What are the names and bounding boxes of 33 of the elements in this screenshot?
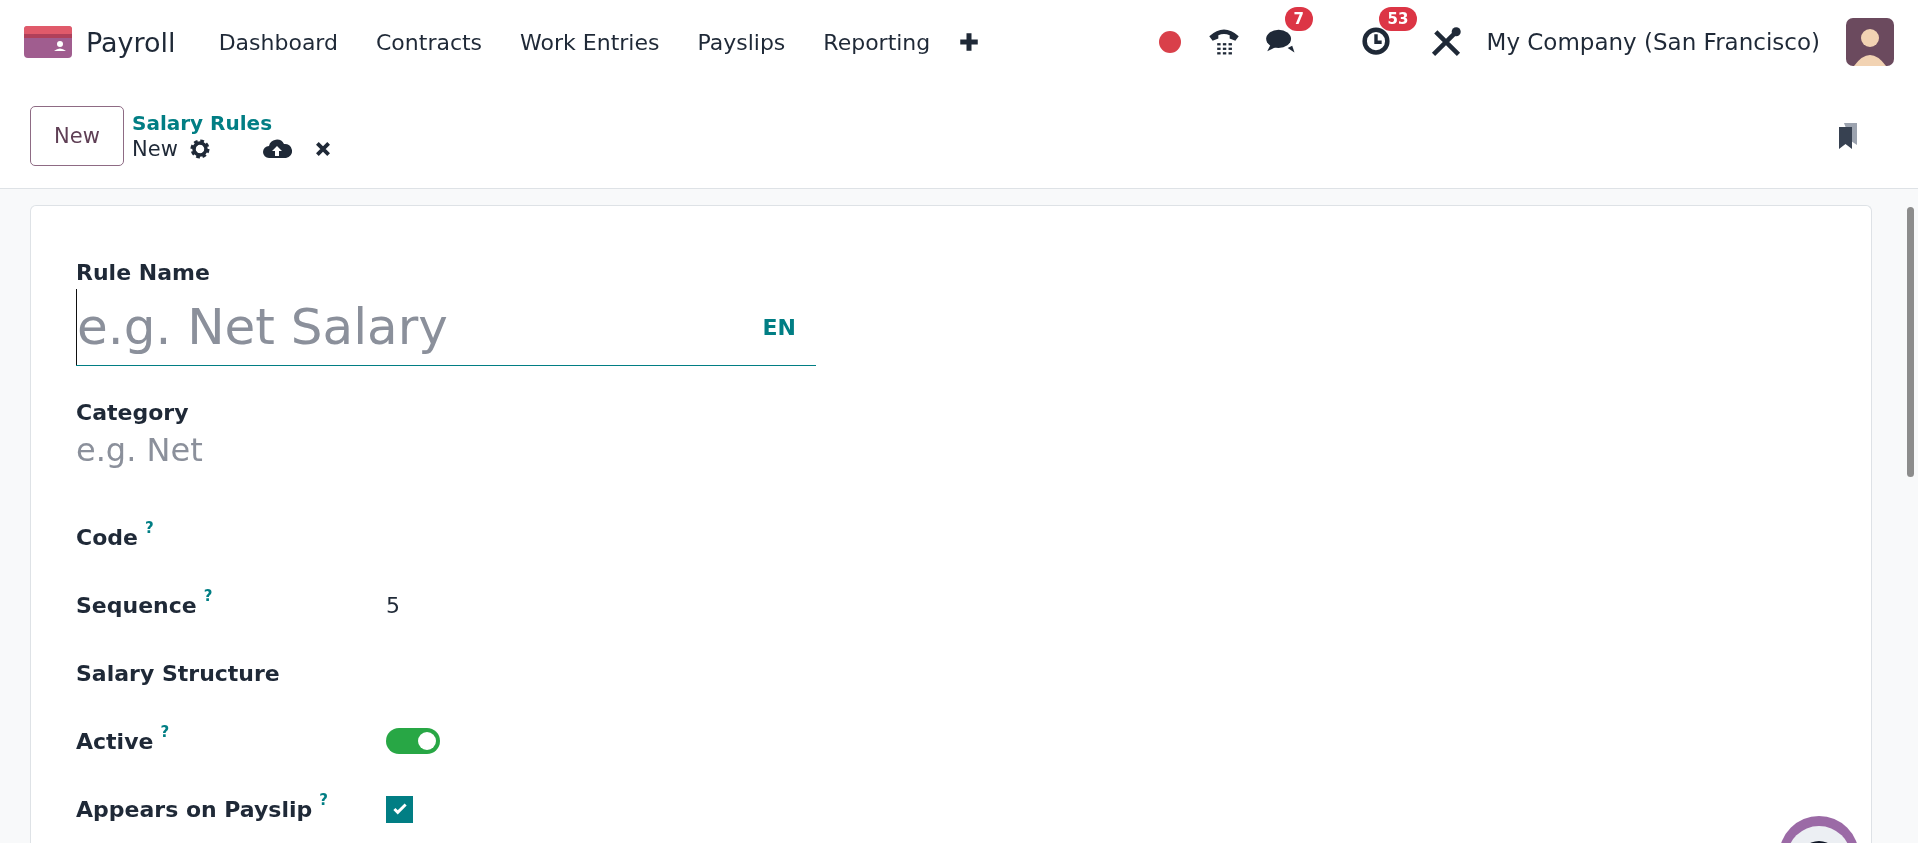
status-dot-icon[interactable] <box>1158 31 1181 54</box>
menu-item[interactable]: Dashboard <box>199 29 357 55</box>
app-name[interactable]: Payroll <box>86 26 176 58</box>
record-title: New <box>132 137 178 162</box>
menu-item[interactable]: Contracts <box>357 29 502 55</box>
avatar-icon[interactable] <box>1846 18 1894 67</box>
field-label: Rule Name <box>76 260 211 285</box>
field-label: Sequence <box>76 592 197 618</box>
menu-item[interactable]: Work Entries <box>501 29 679 55</box>
field-label: Category <box>76 400 190 425</box>
app-icon[interactable] <box>24 26 72 59</box>
close-icon[interactable] <box>313 140 332 159</box>
breadcrumb-link[interactable]: Salary Rules <box>132 111 332 136</box>
help-tooltip[interactable]: ? <box>203 586 213 605</box>
help-tooltip[interactable]: ? <box>319 790 328 809</box>
company-switcher[interactable]: My Company (San Francisco) <box>1486 29 1820 56</box>
notification-badge: 7 <box>1284 7 1313 32</box>
language-button[interactable]: EN <box>762 314 796 340</box>
field-label: Salary Structure <box>76 660 280 686</box>
menu-item[interactable]: Payslips <box>678 29 805 55</box>
field-label: Appears on Payslip <box>76 796 313 822</box>
checkbox[interactable] <box>386 795 413 823</box>
plus-icon[interactable] <box>959 32 980 53</box>
new-button[interactable]: New <box>30 106 124 167</box>
toggle-switch[interactable] <box>386 728 440 754</box>
field-label: Active <box>76 728 154 754</box>
help-tooltip[interactable]: ? <box>144 518 154 537</box>
cloud-upload-icon[interactable] <box>261 138 292 161</box>
field-label: Code <box>76 524 138 550</box>
field-value[interactable]: 5 <box>386 592 400 618</box>
notification-badge: 53 <box>1378 7 1418 32</box>
help-tooltip[interactable]: ? <box>160 722 170 741</box>
menu-item[interactable]: Reporting <box>804 29 950 55</box>
